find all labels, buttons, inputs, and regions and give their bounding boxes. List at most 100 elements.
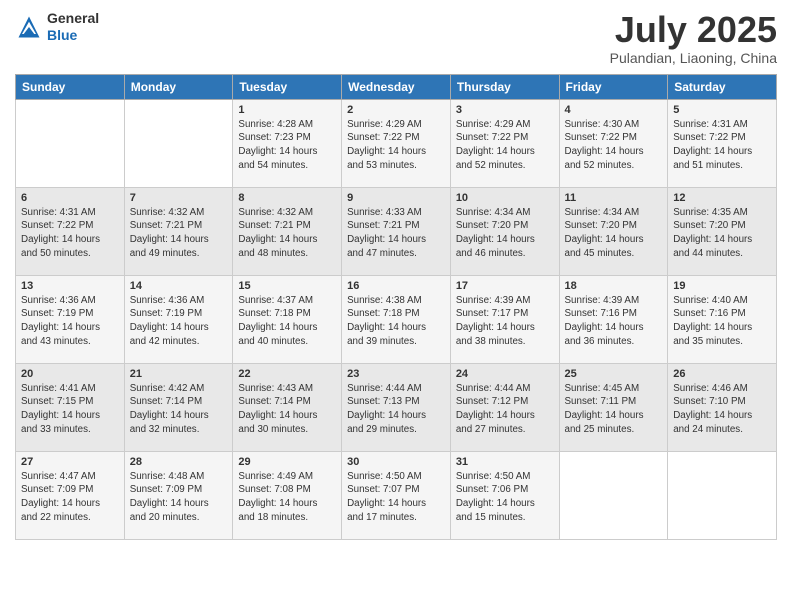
logo-general: General [47,10,99,26]
day-number: 28 [130,456,228,468]
month-title: July 2025 [610,10,777,50]
calendar-day-cell [559,451,668,539]
day-number: 30 [347,456,445,468]
day-number: 31 [456,456,554,468]
calendar-day-cell: 9Sunrise: 4:33 AM Sunset: 7:21 PM Daylig… [342,187,451,275]
title-block: July 2025 Pulandian, Liaoning, China [610,10,777,66]
day-number: 19 [673,280,771,292]
day-info: Sunrise: 4:39 AM Sunset: 7:16 PM Dayligh… [565,294,663,349]
calendar-day-header: Tuesday [233,74,342,99]
day-info: Sunrise: 4:44 AM Sunset: 7:13 PM Dayligh… [347,382,445,437]
day-number: 15 [238,280,336,292]
calendar-day-cell: 3 Sunrise: 4:29 AM Sunset: 7:22 PM Daylig… [450,99,559,187]
calendar-week-row: 1Sunrise: 4:28 AM Sunset: 7:23 PM Daylig… [16,99,777,187]
day-info: Sunrise: 4:48 AM Sunset: 7:09 PM Dayligh… [130,470,228,525]
day-number: 23 [347,368,445,380]
day-info: Sunrise: 4:38 AM Sunset: 7:18 PM Dayligh… [347,294,445,349]
day-info: Sunrise: 4:40 AM Sunset: 7:16 PM Dayligh… [673,294,771,349]
day-number: 8 [238,192,336,204]
calendar-day-cell: 18 Sunrise: 4:39 AM Sunset: 7:16 PM Dayli… [559,275,668,363]
day-info: Sunrise: 4:30 AM Sunset: 7:22 PM Dayligh… [565,118,663,173]
calendar-week-row: 20 Sunrise: 4:41 AM Sunset: 7:15 PM Dayli… [16,363,777,451]
calendar-day-cell: 17 Sunrise: 4:39 AM Sunset: 7:17 PM Dayli… [450,275,559,363]
calendar-day-cell [668,451,777,539]
calendar-day-cell: 27Sunrise: 4:47 AM Sunset: 7:09 PM Dayli… [16,451,125,539]
day-number: 17 [456,280,554,292]
calendar-week-row: 13 Sunrise: 4:36 AM Sunset: 7:19 PM Dayli… [16,275,777,363]
calendar-day-cell: 8 Sunrise: 4:32 AM Sunset: 7:21 PM Daylig… [233,187,342,275]
calendar-day-header: Saturday [668,74,777,99]
day-number: 2 [347,104,445,116]
logo-icon [15,13,43,41]
day-info: Sunrise: 4:29 AM Sunset: 7:22 PM Dayligh… [456,118,554,173]
day-number: 6 [21,192,119,204]
calendar-day-cell: 28 Sunrise: 4:48 AM Sunset: 7:09 PM Dayli… [124,451,233,539]
day-number: 10 [456,192,554,204]
calendar-day-cell: 16 Sunrise: 4:38 AM Sunset: 7:18 PM Dayli… [342,275,451,363]
day-info: Sunrise: 4:32 AM Sunset: 7:21 PM Dayligh… [130,206,228,261]
calendar-day-cell: 12Sunrise: 4:35 AM Sunset: 7:20 PM Dayli… [668,187,777,275]
calendar-day-header: Monday [124,74,233,99]
calendar-day-cell: 7 Sunrise: 4:32 AM Sunset: 7:21 PM Daylig… [124,187,233,275]
calendar-day-cell: 11Sunrise: 4:34 AM Sunset: 7:20 PM Dayli… [559,187,668,275]
calendar-day-cell: 15 Sunrise: 4:37 AM Sunset: 7:18 PM Dayli… [233,275,342,363]
calendar-header-row: SundayMondayTuesdayWednesdayThursdayFrid… [16,74,777,99]
day-info: Sunrise: 4:31 AM Sunset: 7:22 PM Dayligh… [21,206,119,261]
calendar-day-cell: 25Sunrise: 4:45 AM Sunset: 7:11 PM Dayli… [559,363,668,451]
calendar-day-cell: 6 Sunrise: 4:31 AM Sunset: 7:22 PM Daylig… [16,187,125,275]
location: Pulandian, Liaoning, China [610,50,777,66]
calendar-day-cell: 5Sunrise: 4:31 AM Sunset: 7:22 PM Daylig… [668,99,777,187]
day-info: Sunrise: 4:50 AM Sunset: 7:06 PM Dayligh… [456,470,554,525]
day-number: 4 [565,104,663,116]
day-info: Sunrise: 4:41 AM Sunset: 7:15 PM Dayligh… [21,382,119,437]
day-info: Sunrise: 4:32 AM Sunset: 7:21 PM Dayligh… [238,206,336,261]
day-info: Sunrise: 4:42 AM Sunset: 7:14 PM Dayligh… [130,382,228,437]
calendar-day-cell: 29 Sunrise: 4:49 AM Sunset: 7:08 PM Dayli… [233,451,342,539]
day-number: 13 [21,280,119,292]
calendar-week-row: 27Sunrise: 4:47 AM Sunset: 7:09 PM Dayli… [16,451,777,539]
day-number: 1 [238,104,336,116]
day-info: Sunrise: 4:36 AM Sunset: 7:19 PM Dayligh… [130,294,228,349]
calendar-day-cell: 19 Sunrise: 4:40 AM Sunset: 7:16 PM Dayli… [668,275,777,363]
calendar-day-cell: 21 Sunrise: 4:42 AM Sunset: 7:14 PM Dayli… [124,363,233,451]
header: General Blue July 2025 Pulandian, Liaoni… [15,10,777,66]
day-info: Sunrise: 4:36 AM Sunset: 7:19 PM Dayligh… [21,294,119,349]
calendar-day-cell: 10Sunrise: 4:34 AM Sunset: 7:20 PM Dayli… [450,187,559,275]
calendar-day-header: Thursday [450,74,559,99]
day-number: 20 [21,368,119,380]
day-number: 21 [130,368,228,380]
calendar-day-cell: 22 Sunrise: 4:43 AM Sunset: 7:14 PM Dayli… [233,363,342,451]
calendar-day-cell: 4 Sunrise: 4:30 AM Sunset: 7:22 PM Daylig… [559,99,668,187]
day-number: 22 [238,368,336,380]
day-number: 3 [456,104,554,116]
calendar-day-cell: 31 Sunrise: 4:50 AM Sunset: 7:06 PM Dayli… [450,451,559,539]
day-info: Sunrise: 4:29 AM Sunset: 7:22 PM Dayligh… [347,118,445,173]
calendar-day-header: Wednesday [342,74,451,99]
page: General Blue July 2025 Pulandian, Liaoni… [0,0,792,612]
day-info: Sunrise: 4:31 AM Sunset: 7:22 PM Dayligh… [673,118,771,173]
day-info: Sunrise: 4:35 AM Sunset: 7:20 PM Dayligh… [673,206,771,261]
day-number: 7 [130,192,228,204]
day-info: Sunrise: 4:44 AM Sunset: 7:12 PM Dayligh… [456,382,554,437]
day-number: 14 [130,280,228,292]
day-number: 16 [347,280,445,292]
day-info: Sunrise: 4:33 AM Sunset: 7:21 PM Dayligh… [347,206,445,261]
calendar-day-cell: 1Sunrise: 4:28 AM Sunset: 7:23 PM Daylig… [233,99,342,187]
logo-text: General Blue [47,10,99,44]
day-number: 29 [238,456,336,468]
calendar-day-cell: 26Sunrise: 4:46 AM Sunset: 7:10 PM Dayli… [668,363,777,451]
calendar-day-cell: 14 Sunrise: 4:36 AM Sunset: 7:19 PM Dayli… [124,275,233,363]
day-number: 18 [565,280,663,292]
day-info: Sunrise: 4:34 AM Sunset: 7:20 PM Dayligh… [565,206,663,261]
calendar-day-cell: 30 Sunrise: 4:50 AM Sunset: 7:07 PM Dayli… [342,451,451,539]
calendar-day-cell: 2 Sunrise: 4:29 AM Sunset: 7:22 PM Daylig… [342,99,451,187]
day-info: Sunrise: 4:49 AM Sunset: 7:08 PM Dayligh… [238,470,336,525]
calendar-day-cell: 13 Sunrise: 4:36 AM Sunset: 7:19 PM Dayli… [16,275,125,363]
day-number: 26 [673,368,771,380]
day-info: Sunrise: 4:37 AM Sunset: 7:18 PM Dayligh… [238,294,336,349]
day-info: Sunrise: 4:50 AM Sunset: 7:07 PM Dayligh… [347,470,445,525]
calendar-day-cell [124,99,233,187]
day-info: Sunrise: 4:43 AM Sunset: 7:14 PM Dayligh… [238,382,336,437]
day-info: Sunrise: 4:39 AM Sunset: 7:17 PM Dayligh… [456,294,554,349]
calendar-table: SundayMondayTuesdayWednesdayThursdayFrid… [15,74,777,540]
